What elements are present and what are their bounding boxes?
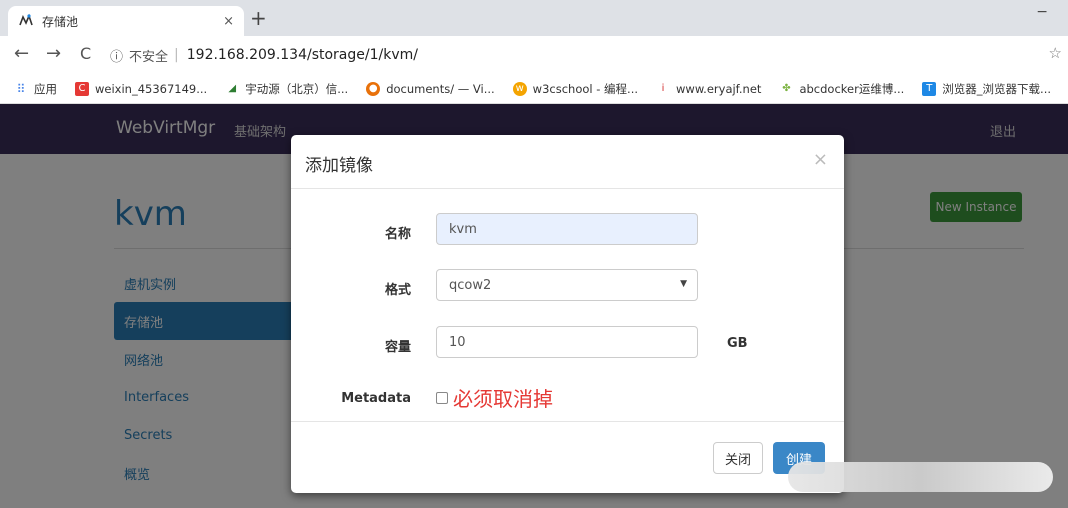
new-tab-button[interactable]: +	[250, 8, 267, 28]
minimize-button[interactable]: −	[1036, 4, 1048, 20]
bookmark-yudongyuan[interactable]: ◢ 宇动源（北京）信...	[225, 81, 348, 97]
bookmark-label: abcdocker运维博...	[799, 81, 905, 96]
bookmark-label: 浏览器_浏览器下载...	[942, 81, 1052, 96]
capacity-label: 容量	[384, 340, 411, 355]
address-bar-row: ← → C ⓘ 不安全 | 192.168.209.134/storage/1/…	[0, 36, 1068, 74]
bookmark-w3cschool[interactable]: w w3cschool - 编程...	[512, 81, 639, 97]
bookmark-csdn[interactable]: C weixin_45367149...	[75, 81, 208, 96]
modal-header: 添加镜像 ×	[291, 135, 844, 189]
bookmark-star-icon[interactable]: ☆	[1049, 44, 1062, 62]
webvirtmgr-app: WebVirtMgr 基础架构 退出 kvm New Instance 虚机实例…	[0, 104, 1068, 508]
capacity-input[interactable]: 10	[436, 326, 698, 358]
reload-icon[interactable]: C	[80, 44, 91, 64]
blurred-watermark	[788, 462, 1053, 492]
bookmark-abcdocker[interactable]: ✤ abcdocker运维博...	[779, 81, 904, 97]
tab-close-icon[interactable]: ×	[223, 14, 234, 29]
metadata-checkbox[interactable]	[436, 392, 448, 404]
tab-title: 存储池	[42, 14, 79, 29]
modal-footer: 关闭 创建	[291, 421, 844, 493]
site-info-icon[interactable]: ⓘ	[110, 46, 123, 65]
close-icon[interactable]: ×	[813, 149, 828, 170]
chevron-down-icon: ▼	[680, 279, 687, 289]
insecure-label: 不安全	[129, 49, 169, 65]
bookmarks-bar: ⠿ 应用 C weixin_45367149... ◢ 宇动源（北京）信... …	[0, 74, 1068, 104]
url-field[interactable]: ⓘ 不安全 | 192.168.209.134/storage/1/kvm/	[110, 44, 418, 66]
bookmark-label: 宇动源（北京）信...	[245, 81, 349, 96]
apps-icon: ⠿	[16, 81, 26, 96]
plant-icon: ✤	[782, 82, 791, 94]
bookmark-label: 应用	[34, 81, 57, 96]
url-separator: |	[174, 47, 179, 63]
leaf-icon: ◢	[228, 82, 237, 94]
forward-icon[interactable]: →	[46, 44, 61, 64]
metadata-annotation: 必须取消掉	[453, 387, 553, 411]
close-button[interactable]: 关闭	[713, 442, 763, 474]
bookmark-label: documents/ — Vi...	[386, 81, 495, 96]
bookmark-eryajf[interactable]: ⅰ www.eryajf.net	[656, 81, 762, 96]
format-label: 格式	[384, 283, 411, 298]
capacity-unit: GB	[727, 336, 748, 351]
modal-title: 添加镜像	[305, 156, 373, 176]
bookmark-label: www.eryajf.net	[676, 81, 762, 96]
candle-icon: ⅰ	[661, 82, 665, 94]
bookmark-label: w3cschool - 编程...	[532, 81, 639, 96]
url-text[interactable]: 192.168.209.134/storage/1/kvm/	[187, 47, 418, 63]
bookmark-browser[interactable]: T 浏览器_浏览器下载...	[922, 81, 1051, 97]
csdn-icon: C	[75, 81, 89, 96]
bookmark-apps[interactable]: ⠿ 应用	[14, 81, 57, 97]
format-select[interactable]: qcow2 ▼	[436, 269, 698, 301]
bookmark-label: weixin_45367149...	[95, 81, 208, 96]
metadata-label: Metadata	[341, 391, 411, 406]
back-icon[interactable]: ←	[14, 44, 29, 64]
add-image-modal: 添加镜像 × 名称 kvm 格式 qcow2 ▼ 容量 10 GB Metada…	[291, 135, 844, 493]
name-label: 名称	[384, 227, 411, 242]
favicon-icon	[19, 13, 33, 26]
w3c-icon: w	[512, 81, 527, 96]
chrome-icon: ●	[366, 81, 381, 96]
browser-tab-strip: 存储池 × + −	[0, 0, 1068, 36]
browser-tab[interactable]: 存储池 ×	[8, 6, 244, 36]
browser-icon: T	[922, 81, 937, 96]
name-input[interactable]: kvm	[436, 213, 698, 245]
format-selected-value: qcow2	[449, 277, 492, 293]
bookmark-documents[interactable]: ● documents/ — Vi...	[366, 81, 495, 96]
